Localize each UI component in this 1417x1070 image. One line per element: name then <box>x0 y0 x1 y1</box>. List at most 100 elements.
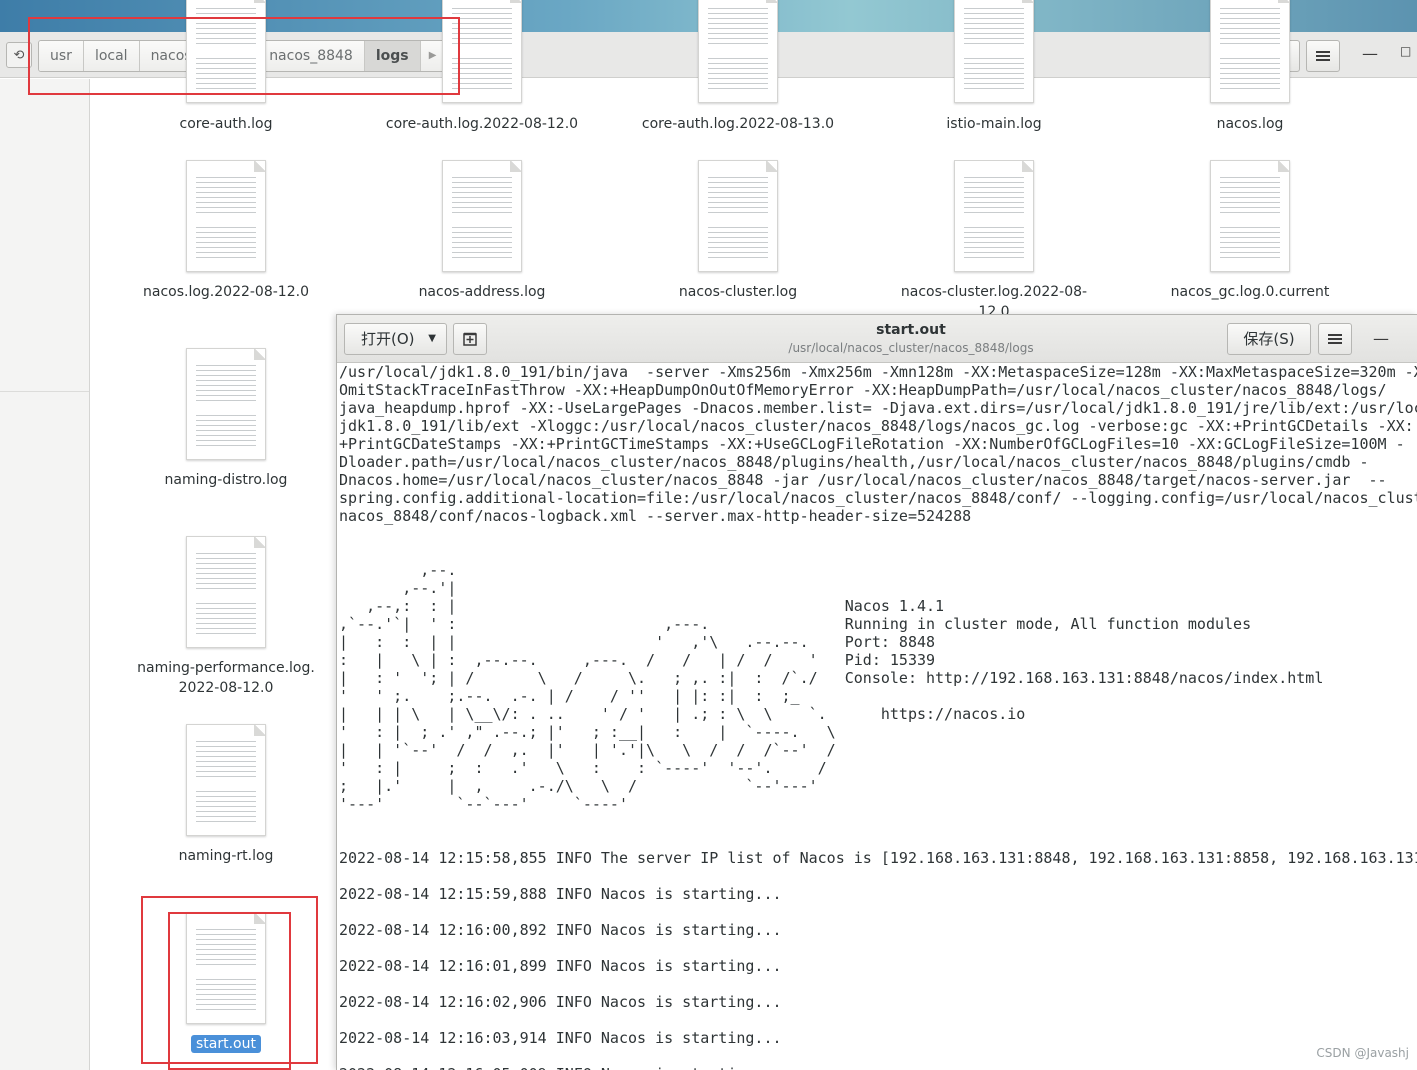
file-item-selected[interactable]: start.out <box>111 912 341 1062</box>
editor-line: 2022-08-14 12:15:59,888 INFO Nacos is st… <box>339 885 782 903</box>
selected-file-label: start.out <box>191 1035 261 1053</box>
file-item[interactable]: core-auth.log.2022-08-13.0 <box>623 0 853 139</box>
editor-line: 2022-08-14 12:16:05,009 INFO Nacos is st… <box>339 1065 1417 1070</box>
file-name: naming-rt.log <box>178 848 274 864</box>
file-item[interactable]: core-auth.log <box>111 0 341 139</box>
editor-line: | | '`--' / / ,. |' | '.'|\ \ / / /`--' … <box>339 741 836 759</box>
hamburger-icon <box>1316 51 1330 61</box>
crumb-usr[interactable]: usr <box>39 41 84 71</box>
file-name: istio-main.log <box>946 116 1042 132</box>
text-file-icon <box>1210 160 1290 272</box>
editor-line: Dnacos.home=/usr/local/nacos_cluster/nac… <box>339 471 1387 489</box>
text-file-icon <box>442 160 522 272</box>
text-file-icon <box>1210 0 1290 103</box>
file-item[interactable]: naming-performance.log. 2022-08-12.0 <box>111 536 341 706</box>
crumb-nacos-8848[interactable]: nacos_8848 <box>258 41 365 71</box>
file-name: nacos_gc.log.0.current <box>1170 284 1330 300</box>
sidebar-divider <box>0 391 89 392</box>
editor-line: java_heapdump.hprof -XX:-UseLargePages -… <box>339 399 1417 417</box>
editor-line: 2022-08-14 12:16:02,906 INFO Nacos is st… <box>339 993 782 1011</box>
editor-line: jdk1.8.0_191/lib/ext -Xloggc:/usr/local/… <box>339 417 1414 435</box>
editor-line: ; |.' | , .-./\ \ / `--'---' <box>339 777 818 795</box>
editor-line: : | \ | : ,--.--. ,---. / / | / / ' Pid:… <box>339 651 936 669</box>
text-file-icon <box>186 0 266 103</box>
editor-header-bar: 打开(O) ▼ start.out /usr/local/nacos_clust… <box>337 315 1417 363</box>
file-item[interactable]: naming-rt.log <box>111 724 341 874</box>
places-sidebar <box>0 79 90 1070</box>
file-item[interactable]: core-auth.log.2022-08-12.0 <box>367 0 597 139</box>
file-name: core-auth.log.2022-08-12.0 <box>385 116 579 132</box>
text-file-icon <box>698 160 778 272</box>
editor-menu-button[interactable] <box>1318 323 1352 355</box>
editor-line: '---' `--`---' `----' <box>339 795 628 813</box>
editor-line: /usr/local/jdk1.8.0_191/bin/java -server… <box>339 363 1417 381</box>
text-file-icon <box>186 536 266 648</box>
crumb-local[interactable]: local <box>83 41 140 71</box>
file-name: nacos.log.2022-08-12.0 <box>143 284 309 300</box>
minimize-icon[interactable]: — <box>1360 44 1380 64</box>
editor-text-area[interactable]: /usr/local/jdk1.8.0_191/bin/java -server… <box>339 363 1417 1070</box>
watermark: CSDN @Javashj <box>1316 1046 1409 1060</box>
file-name: start.out <box>111 1034 341 1054</box>
file-item[interactable]: nacos.log <box>1135 0 1365 139</box>
text-file-icon <box>186 724 266 836</box>
file-name: nacos-cluster.log.2022-08- 12.0 <box>900 284 1088 314</box>
editor-line: | : : | | ' ,'\ .--.--. Port: 8848 <box>339 633 936 651</box>
file-name: naming-distro.log <box>164 472 288 488</box>
editor-line: ,--.'| <box>339 579 457 597</box>
file-item[interactable]: nacos_gc.log.0.current <box>1135 160 1365 310</box>
text-file-icon <box>954 0 1034 103</box>
save-button[interactable]: 保存(S) <box>1227 323 1311 355</box>
file-name: nacos.log <box>1216 116 1284 132</box>
editor-line: ,`--.'`| ' : ,---. Running in cluster mo… <box>339 615 1252 633</box>
editor-line: nacos_8848/conf/nacos-logback.xml --serv… <box>339 507 972 525</box>
file-item[interactable]: nacos-cluster.log <box>623 160 853 310</box>
editor-line: 2022-08-14 12:16:03,914 INFO Nacos is st… <box>339 1029 782 1047</box>
file-item[interactable]: nacos-address.log <box>367 160 597 310</box>
hamburger-icon <box>1328 334 1342 344</box>
file-item[interactable]: naming-distro.log <box>111 348 341 498</box>
menu-button[interactable] <box>1306 40 1340 72</box>
editor-line: ,--,: : | Nacos 1.4.1 <box>339 597 945 615</box>
text-file-icon <box>954 160 1034 272</box>
editor-line: Dloader.path=/usr/local/nacos_cluster/na… <box>339 453 1369 471</box>
editor-minimize-icon[interactable]: — <box>1373 329 1389 348</box>
text-file-icon <box>186 160 266 272</box>
editor-line: 2022-08-14 12:16:00,892 INFO Nacos is st… <box>339 921 782 939</box>
file-item[interactable]: nacos-cluster.log.2022-08- 12.0 <box>879 160 1109 314</box>
editor-line: ,--. <box>339 561 457 579</box>
text-editor-window: 打开(O) ▼ start.out /usr/local/nacos_clust… <box>336 314 1417 1070</box>
text-file-icon <box>186 912 266 1024</box>
editor-line: ' ' ;. ;.--. .-. | / / '' | |: :| : ;_ <box>339 687 800 705</box>
editor-line: 2022-08-14 12:15:58,855 INFO The server … <box>339 849 1417 867</box>
file-item[interactable]: nacos.log.2022-08-12.0 <box>111 160 341 310</box>
editor-line: +PrintGCDateStamps -XX:+PrintGCTimeStamp… <box>339 435 1405 453</box>
history-icon[interactable]: ⟲ <box>6 42 32 68</box>
editor-line: ' : | ; .' ," .--.; |' ; :__| : | `----.… <box>339 723 836 741</box>
editor-line: OmitStackTraceInFastThrow -XX:+HeapDumpO… <box>339 381 1387 399</box>
file-name: core-auth.log <box>179 116 273 132</box>
editor-line: ' : | ; : .' \ : : `----' '--'. / <box>339 759 827 777</box>
text-file-icon <box>698 0 778 103</box>
file-name: nacos-address.log <box>418 284 546 300</box>
path-forward-arrow-icon[interactable]: ▶ <box>420 41 445 71</box>
editor-line: | | | \ | \__\/: . .. ' / ' | .; : \ \ `… <box>339 705 1026 723</box>
crumb-logs[interactable]: logs <box>364 41 421 71</box>
text-file-icon <box>442 0 522 103</box>
editor-line: 2022-08-14 12:16:01,899 INFO Nacos is st… <box>339 957 782 975</box>
file-item[interactable]: istio-main.log <box>879 0 1109 139</box>
editor-line: | : ' '; | / \ / \. ; ,. :| : /`./ Conso… <box>339 669 1324 687</box>
maximize-icon[interactable]: □ <box>1400 44 1414 64</box>
file-name: core-auth.log.2022-08-13.0 <box>641 116 835 132</box>
file-name: nacos-cluster.log <box>678 284 798 300</box>
